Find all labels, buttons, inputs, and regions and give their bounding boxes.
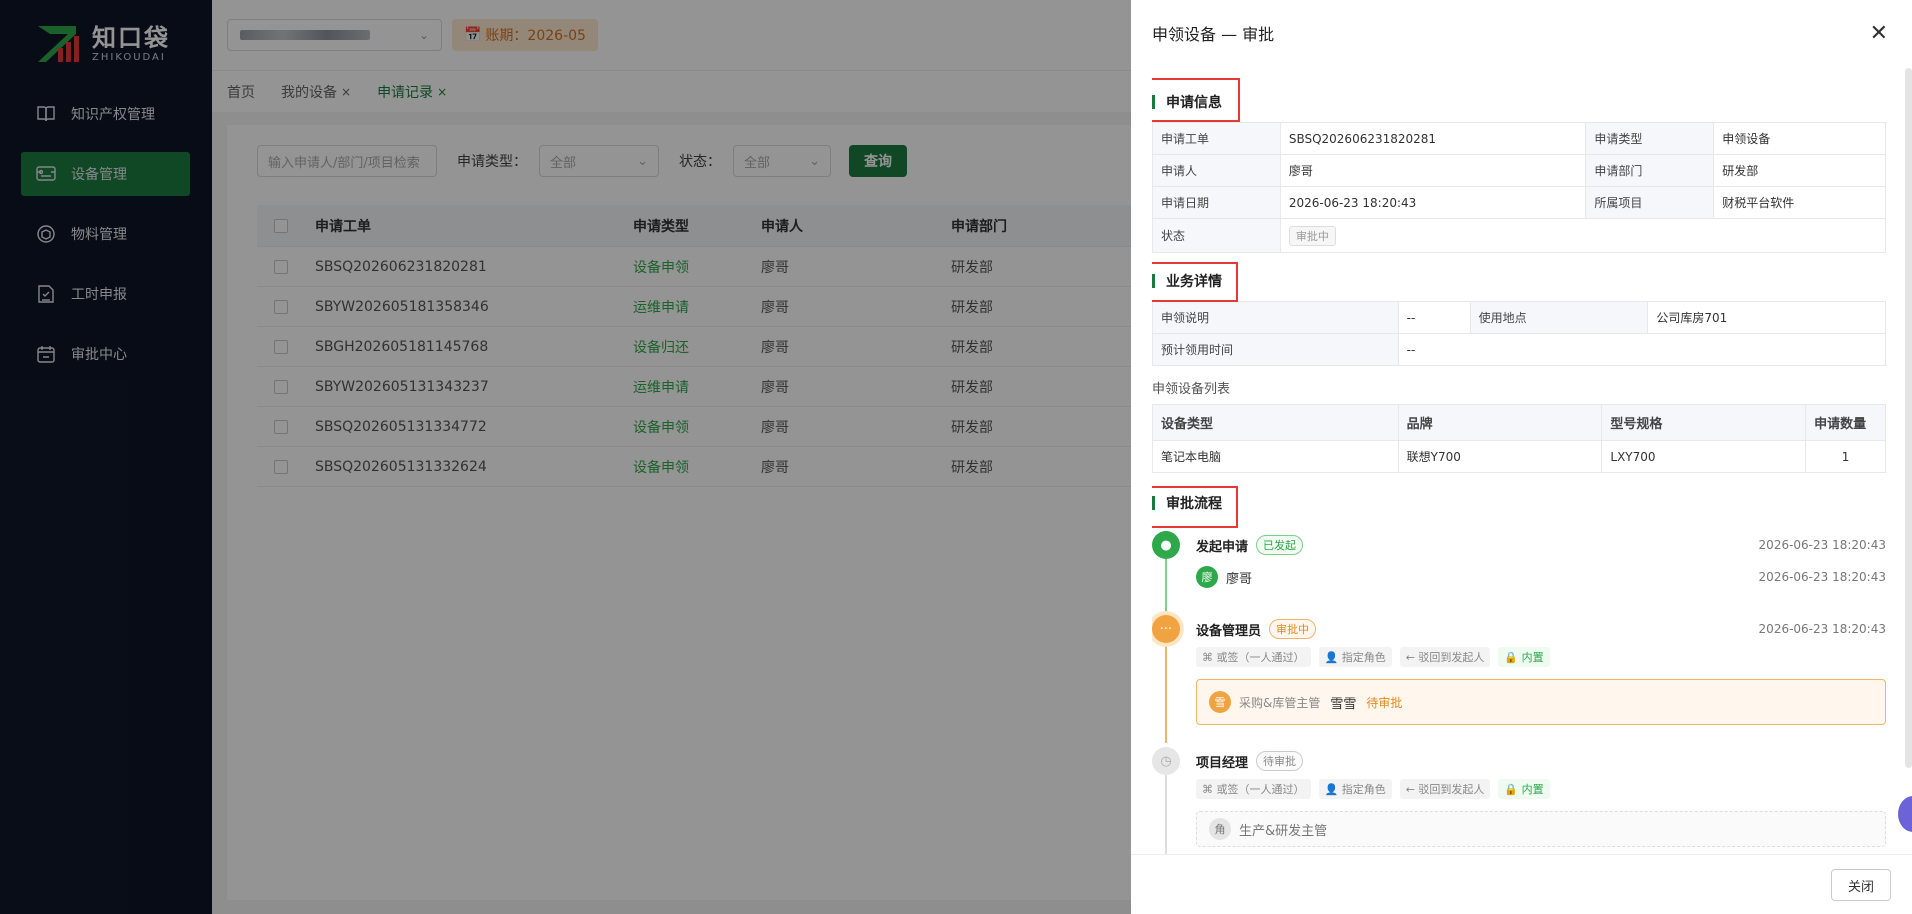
flow-node-start: ● 发起申请 已发起 2026-06-23 18:20:43 廖 廖哥 2026… — [1152, 531, 1886, 615]
device-list-table: 设备类型 品牌 型号规格 申请数量 笔记本电脑 联想Y700 LXY700 1 — [1152, 404, 1886, 473]
highlight-box — [1152, 78, 1240, 122]
column-header: 申请数量 — [1806, 405, 1886, 440]
section-apply-info-title: 申请信息 — [1152, 82, 1886, 122]
avatar: 角 — [1209, 818, 1231, 840]
field-value: SBSQ202606231820281 — [1281, 123, 1587, 154]
rule-chip: ⌘ 或签（一人通过） — [1196, 779, 1311, 799]
field-value: 研发部 — [1714, 155, 1886, 186]
approval-flow: ● 发起申请 已发起 2026-06-23 18:20:43 廖 廖哥 2026… — [1152, 531, 1886, 854]
node-name: 发起申请 — [1196, 539, 1249, 555]
more-icon: ··· — [1152, 615, 1180, 643]
highlight-box — [1152, 262, 1238, 302]
status-badge: 已发起 — [1256, 535, 1304, 555]
role-card: 角 生产&研发主管 — [1196, 811, 1886, 847]
avatar: 廖 — [1196, 566, 1218, 588]
field-value: 申领设备 — [1714, 123, 1886, 154]
node-name: 设备管理员 — [1196, 623, 1262, 639]
approver-role: 采购&库管主管 — [1239, 695, 1321, 710]
node-name: 项目经理 — [1196, 755, 1249, 771]
close-icon[interactable]: ✕ — [1870, 21, 1888, 46]
cell-model: LXY700 — [1602, 441, 1807, 472]
drawer-body: 申请信息 申请工单 SBSQ202606231820281 申请类型 申领设备 … — [1152, 66, 1886, 854]
flow-line — [1165, 643, 1167, 743]
rule-chip: ← 驳回到发起人 — [1399, 647, 1491, 667]
section-business-title: 业务详情 — [1152, 261, 1886, 301]
flow-line — [1165, 559, 1167, 615]
cell-device-type: 笔记本电脑 — [1153, 441, 1399, 472]
field-label: 预计领用时间 — [1153, 334, 1399, 365]
field-label: 所属项目 — [1586, 187, 1715, 218]
rule-chip: 🔒 内置 — [1498, 779, 1550, 799]
section-flow-title: 审批流程 — [1152, 483, 1886, 523]
cell-quantity: 1 — [1806, 441, 1886, 472]
field-value: 财税平台软件 — [1714, 187, 1886, 218]
scrollbar[interactable] — [1905, 68, 1912, 768]
field-label: 使用地点 — [1470, 302, 1649, 333]
status-badge: 待审批 — [1256, 751, 1304, 771]
modal-overlay[interactable] — [0, 0, 1131, 914]
rule-chip: 🔒 内置 — [1498, 647, 1550, 667]
avatar: 雪 — [1209, 691, 1231, 713]
flow-node-device-admin: ··· 设备管理员 审批中 2026-06-23 18:20:43 ⌘ 或签（一… — [1152, 615, 1886, 743]
node-time: 2026-06-23 18:20:43 — [1758, 622, 1886, 636]
node-rule-chips: ⌘ 或签（一人通过） 👤 指定角色 ← 驳回到发起人 🔒 内置 — [1196, 775, 1886, 803]
field-label: 申请工单 — [1153, 123, 1281, 154]
flow-line — [1165, 775, 1167, 854]
rule-chip: 👤 指定角色 — [1318, 647, 1392, 667]
person-name: 廖哥 — [1226, 571, 1253, 587]
clock-icon: ◷ — [1152, 747, 1180, 775]
approver-card[interactable]: 雪 采购&库管主管 雪雪 待审批 — [1196, 679, 1886, 725]
drawer-footer: 关闭 — [1131, 854, 1912, 914]
field-label: 申请部门 — [1586, 155, 1715, 186]
rule-chip: 👤 指定角色 — [1318, 779, 1392, 799]
user-icon: ● — [1152, 531, 1180, 559]
status-badge: 审批中 — [1288, 225, 1336, 246]
field-value: -- — [1399, 334, 1886, 365]
field-value: -- — [1399, 302, 1471, 333]
approval-drawer: 申领设备 — 审批 ✕ 申请信息 申请工单 SBSQ20260623182028… — [1131, 0, 1912, 914]
flow-node-pm: ◷ 项目经理 待审批 ⌘ 或签（一人通过） 👤 指定角色 ← 驳回到发起人 🔒 … — [1152, 747, 1886, 854]
field-label: 申请人 — [1153, 155, 1281, 186]
device-list-label: 申领设备列表 — [1152, 381, 1231, 397]
approver-name: 雪雪 — [1330, 696, 1357, 712]
column-header: 型号规格 — [1602, 405, 1807, 440]
field-value: 公司库房701 — [1648, 302, 1886, 333]
drawer-header: 申领设备 — 审批 ✕ — [1131, 0, 1912, 66]
field-label: 申请日期 — [1153, 187, 1281, 218]
highlight-box — [1152, 486, 1238, 528]
business-table: 申领说明 -- 使用地点 公司库房701 预计领用时间 -- — [1152, 301, 1886, 366]
close-button[interactable]: 关闭 — [1831, 869, 1891, 901]
node-time: 2026-06-23 18:20:43 — [1758, 538, 1886, 552]
field-label: 申请类型 — [1586, 123, 1715, 154]
status-badge: 审批中 — [1269, 619, 1317, 639]
rule-chip: ← 驳回到发起人 — [1399, 779, 1491, 799]
drawer-title: 申领设备 — 审批 — [1152, 25, 1275, 44]
person-time: 2026-06-23 18:20:43 — [1758, 570, 1886, 584]
role-name: 生产&研发主管 — [1239, 823, 1328, 839]
field-value: 2026-06-23 18:20:43 — [1281, 187, 1587, 218]
field-label: 状态 — [1153, 219, 1281, 252]
apply-info-table: 申请工单 SBSQ202606231820281 申请类型 申领设备 申请人 廖… — [1152, 122, 1886, 253]
rule-chip: ⌘ 或签（一人通过） — [1196, 647, 1311, 667]
column-header: 品牌 — [1398, 405, 1603, 440]
field-value: 廖哥 — [1281, 155, 1587, 186]
cell-brand: 联想Y700 — [1399, 441, 1603, 472]
column-header: 设备类型 — [1153, 405, 1399, 440]
approver-status: 待审批 — [1366, 695, 1403, 710]
field-label: 申领说明 — [1153, 302, 1399, 333]
node-rule-chips: ⌘ 或签（一人通过） 👤 指定角色 ← 驳回到发起人 🔒 内置 — [1196, 643, 1886, 671]
